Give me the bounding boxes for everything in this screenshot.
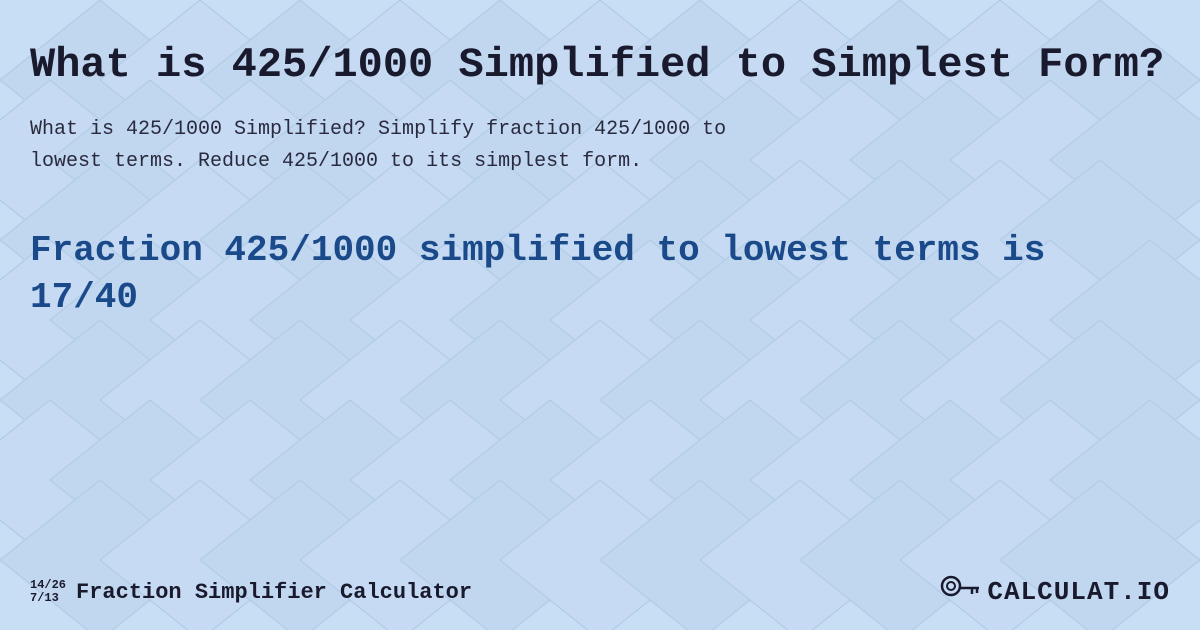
footer-left: 14/26 7/13 Fraction Simplifier Calculato… (30, 579, 472, 605)
footer-brand: Fraction Simplifier Calculator (76, 580, 472, 605)
calculat-logo: CALCULAT.IO (987, 577, 1170, 607)
description-line1: What is 425/1000 Simplified? Simplify fr… (30, 118, 726, 141)
footer-fraction-stack: 14/26 7/13 (30, 579, 66, 605)
main-content: What is 425/1000 Simplified to Simplest … (0, 0, 1200, 630)
footer-fraction-bottom: 7/13 (30, 592, 59, 605)
footer: 14/26 7/13 Fraction Simplifier Calculato… (30, 574, 1170, 610)
result-label: Fraction 425/1000 simplified to lowest t… (30, 230, 1045, 271)
description-line2: lowest terms. Reduce 425/1000 to its sim… (30, 150, 642, 173)
description: What is 425/1000 Simplified? Simplify fr… (30, 114, 930, 178)
result-fraction: 17/40 (30, 277, 138, 318)
result-text: Fraction 425/1000 simplified to lowest t… (30, 228, 1170, 322)
key-icon (939, 574, 979, 610)
footer-right: CALCULAT.IO (939, 574, 1170, 610)
result-section: Fraction 425/1000 simplified to lowest t… (30, 228, 1170, 322)
page-title: What is 425/1000 Simplified to Simplest … (30, 40, 1170, 90)
logo-text: CALCULAT.IO (987, 577, 1170, 607)
